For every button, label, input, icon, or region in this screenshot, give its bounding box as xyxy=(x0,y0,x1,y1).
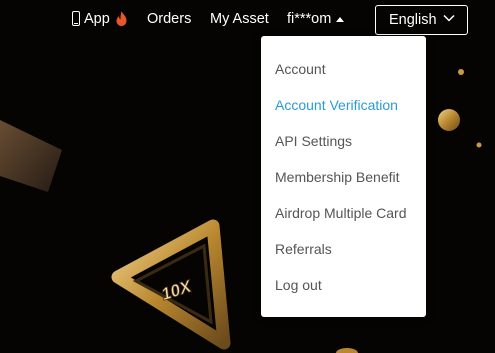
gold-coin xyxy=(336,348,358,353)
gold-dot xyxy=(458,69,464,75)
badge-multiplier-text: 10X xyxy=(159,276,195,304)
app-link[interactable]: App xyxy=(84,11,110,27)
gold-coin xyxy=(438,109,460,131)
user-account-menu[interactable]: fi***om xyxy=(287,11,331,27)
light-beam xyxy=(0,120,62,192)
my-asset-link[interactable]: My Asset xyxy=(210,11,269,27)
chevron-down-icon xyxy=(443,14,455,22)
fire-icon xyxy=(116,11,127,26)
account-dropdown-menu: Account Account Verification API Setting… xyxy=(261,36,426,317)
menu-item-account[interactable]: Account xyxy=(275,61,326,77)
caret-up-icon[interactable] xyxy=(336,17,344,22)
menu-item-log-out[interactable]: Log out xyxy=(275,277,322,293)
language-label: English xyxy=(389,12,437,28)
language-selector-button[interactable]: English xyxy=(375,5,468,35)
mobile-phone-icon[interactable] xyxy=(72,11,80,26)
menu-item-membership-benefit[interactable]: Membership Benefit xyxy=(275,169,400,185)
orders-link[interactable]: Orders xyxy=(147,11,191,27)
menu-item-account-verification[interactable]: Account Verification xyxy=(275,97,398,113)
gold-dot xyxy=(476,142,482,148)
top-navigation: App Orders My Asset fi***om English xyxy=(0,0,495,40)
menu-item-airdrop-multiple-card[interactable]: Airdrop Multiple Card xyxy=(275,205,407,221)
menu-item-referrals[interactable]: Referrals xyxy=(275,241,332,257)
menu-item-api-settings[interactable]: API Settings xyxy=(275,133,352,149)
